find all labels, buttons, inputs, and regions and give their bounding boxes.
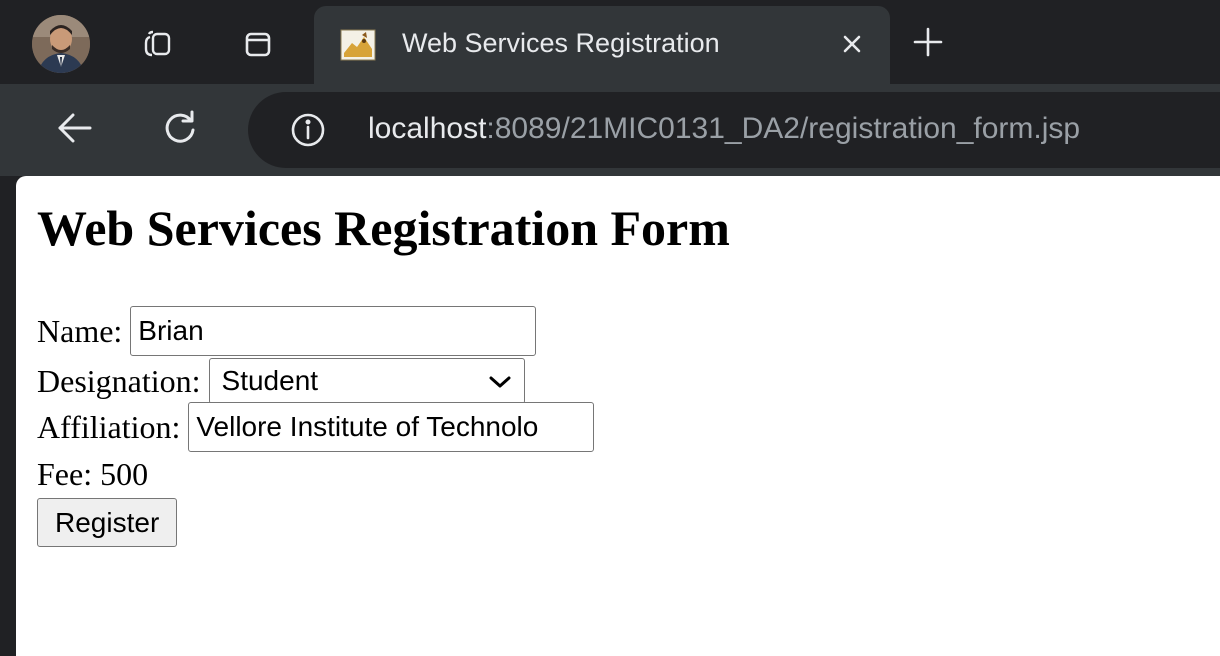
new-tab-icon — [913, 27, 943, 62]
designation-select[interactable]: Student — [208, 358, 525, 404]
name-row: Name: — [37, 306, 537, 356]
profile-avatar[interactable] — [32, 15, 90, 73]
reload-icon — [160, 108, 200, 153]
tab-title: Web Services Registration — [402, 28, 720, 58]
fee-text: Fee: 500 — [37, 456, 149, 492]
chevron-down-icon — [488, 365, 512, 397]
register-button[interactable]: Register — [37, 498, 178, 547]
browser-window: Web Services Registration localhost:8089… — [0, 0, 1220, 656]
browser-toolbar: localhost:8089/21MIC0131_DA2/registratio… — [0, 84, 1220, 176]
page-title: Web Services Registration Form — [37, 200, 730, 256]
name-input[interactable] — [130, 306, 537, 356]
back-arrow-icon — [54, 108, 94, 153]
affiliation-input[interactable] — [188, 402, 595, 452]
url-host: localhost — [368, 112, 487, 145]
designation-row: Designation: Student — [37, 358, 525, 404]
vertical-tabs-icon[interactable] — [236, 22, 280, 66]
tab-actions-icon[interactable] — [136, 22, 180, 66]
page-content: Web Services Registration Form Name: Des… — [37, 196, 730, 547]
info-icon[interactable] — [288, 110, 328, 150]
reload-button[interactable] — [154, 104, 206, 156]
register-row: Register — [37, 498, 178, 547]
new-tab-button[interactable] — [906, 22, 950, 66]
back-button[interactable] — [48, 104, 100, 156]
close-icon — [841, 33, 863, 60]
tab-strip: Web Services Registration — [0, 0, 1220, 84]
designation-label: Designation: — [37, 362, 201, 399]
affiliation-row: Affiliation: — [37, 402, 595, 452]
affiliation-label: Affiliation: — [37, 408, 181, 445]
address-bar[interactable]: localhost:8089/21MIC0131_DA2/registratio… — [248, 92, 1220, 168]
close-tab-button[interactable] — [832, 26, 872, 66]
fee-row: Fee: 500 — [37, 456, 148, 493]
active-tab[interactable]: Web Services Registration — [314, 6, 890, 84]
name-label: Name: — [37, 312, 123, 349]
url-text[interactable]: localhost:8089/21MIC0131_DA2/registratio… — [368, 112, 1080, 146]
tomcat-favicon — [340, 29, 376, 61]
designation-selected-value: Student — [221, 365, 319, 396]
page-viewport: Web Services Registration Form Name: Des… — [16, 176, 1220, 656]
avatar-image — [32, 15, 90, 73]
url-path: :8089/21MIC0131_DA2/registration_form.js… — [486, 112, 1081, 145]
